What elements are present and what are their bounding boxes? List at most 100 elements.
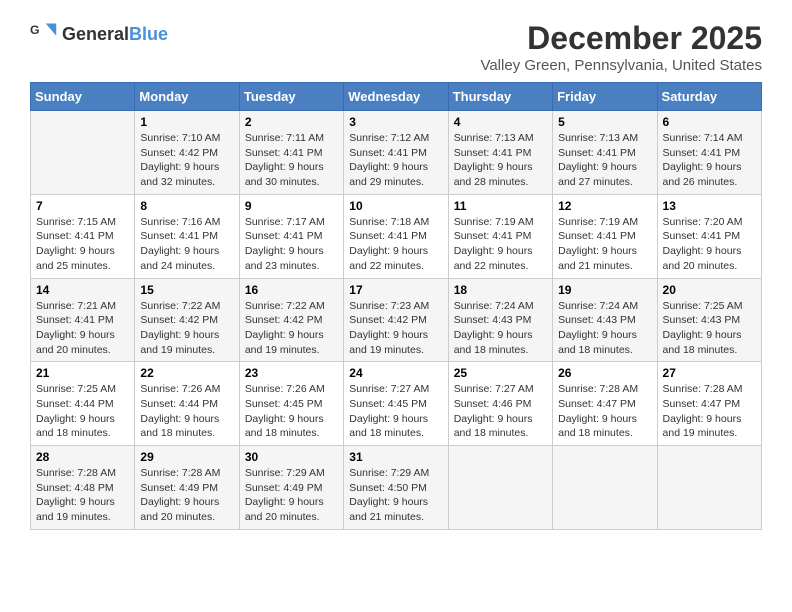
day-number: 7 bbox=[36, 199, 129, 213]
calendar-cell: 26 Sunrise: 7:28 AMSunset: 4:47 PMDayligh… bbox=[553, 362, 657, 446]
header-day-monday: Monday bbox=[135, 83, 239, 111]
day-number: 15 bbox=[140, 283, 233, 297]
cell-sun-info: Sunrise: 7:13 AMSunset: 4:41 PMDaylight:… bbox=[454, 131, 547, 190]
cell-sun-info: Sunrise: 7:15 AMSunset: 4:41 PMDaylight:… bbox=[36, 215, 129, 274]
calendar-cell bbox=[657, 446, 761, 530]
calendar-cell: 10Sunrise: 7:18 AMSunset: 4:41 PMDayligh… bbox=[344, 194, 448, 278]
cell-sun-info: Sunrise: 7:20 AMSunset: 4:41 PMDaylight:… bbox=[663, 215, 756, 274]
day-number: 13 bbox=[663, 199, 756, 213]
cell-sun-info: Sunrise: 7:13 AMSunset: 4:41 PMDaylight:… bbox=[558, 131, 651, 190]
header-day-sunday: Sunday bbox=[31, 83, 135, 111]
day-number: 12 bbox=[558, 199, 651, 213]
day-number: 6 bbox=[663, 115, 756, 129]
day-number: 9 bbox=[245, 199, 338, 213]
cell-sun-info: Sunrise: 7:24 AMSunset: 4:43 PMDaylight:… bbox=[454, 299, 547, 358]
cell-sun-info: Sunrise: 7:28 AMSunset: 4:49 PMDaylight:… bbox=[140, 466, 233, 525]
day-number: 20 bbox=[663, 283, 756, 297]
cell-sun-info: Sunrise: 7:28 AMSunset: 4:48 PMDaylight:… bbox=[36, 466, 129, 525]
cell-sun-info: Sunrise: 7:21 AMSunset: 4:41 PMDaylight:… bbox=[36, 299, 129, 358]
header-day-saturday: Saturday bbox=[657, 83, 761, 111]
day-number: 16 bbox=[245, 283, 338, 297]
day-number: 22 bbox=[140, 366, 233, 380]
day-number: 4 bbox=[454, 115, 547, 129]
cell-sun-info: Sunrise: 7:28 AMSunset: 4:47 PMDaylight:… bbox=[663, 382, 756, 441]
cell-sun-info: Sunrise: 7:26 AMSunset: 4:45 PMDaylight:… bbox=[245, 382, 338, 441]
calendar-cell: 4 Sunrise: 7:13 AMSunset: 4:41 PMDaylight… bbox=[448, 111, 552, 195]
calendar-week-row: 1Sunrise: 7:10 AMSunset: 4:42 PMDaylight… bbox=[31, 111, 762, 195]
calendar-cell: 8 Sunrise: 7:16 AMSunset: 4:41 PMDaylight… bbox=[135, 194, 239, 278]
calendar-week-row: 28 Sunrise: 7:28 AMSunset: 4:48 PMDayligh… bbox=[31, 446, 762, 530]
calendar-cell: 15 Sunrise: 7:22 AMSunset: 4:42 PMDayligh… bbox=[135, 278, 239, 362]
calendar-cell: 16Sunrise: 7:22 AMSunset: 4:42 PMDayligh… bbox=[239, 278, 343, 362]
cell-sun-info: Sunrise: 7:11 AMSunset: 4:41 PMDaylight:… bbox=[245, 131, 338, 190]
calendar-cell: 31Sunrise: 7:29 AMSunset: 4:50 PMDayligh… bbox=[344, 446, 448, 530]
calendar-cell: 30Sunrise: 7:29 AMSunset: 4:49 PMDayligh… bbox=[239, 446, 343, 530]
logo-text: GeneralBlue bbox=[62, 24, 168, 45]
day-number: 11 bbox=[454, 199, 547, 213]
day-number: 14 bbox=[36, 283, 129, 297]
calendar-cell: 3 Sunrise: 7:12 AMSunset: 4:41 PMDaylight… bbox=[344, 111, 448, 195]
day-number: 25 bbox=[454, 366, 547, 380]
cell-sun-info: Sunrise: 7:19 AMSunset: 4:41 PMDaylight:… bbox=[558, 215, 651, 274]
calendar-cell: 24Sunrise: 7:27 AMSunset: 4:45 PMDayligh… bbox=[344, 362, 448, 446]
calendar-cell: 27 Sunrise: 7:28 AMSunset: 4:47 PMDayligh… bbox=[657, 362, 761, 446]
cell-sun-info: Sunrise: 7:25 AMSunset: 4:43 PMDaylight:… bbox=[663, 299, 756, 358]
calendar-cell: 28 Sunrise: 7:28 AMSunset: 4:48 PMDayligh… bbox=[31, 446, 135, 530]
logo-blue: Blue bbox=[129, 24, 168, 44]
svg-text:G: G bbox=[30, 23, 40, 37]
cell-sun-info: Sunrise: 7:24 AMSunset: 4:43 PMDaylight:… bbox=[558, 299, 651, 358]
cell-sun-info: Sunrise: 7:16 AMSunset: 4:41 PMDaylight:… bbox=[140, 215, 233, 274]
cell-sun-info: Sunrise: 7:27 AMSunset: 4:46 PMDaylight:… bbox=[454, 382, 547, 441]
calendar-cell: 11 Sunrise: 7:19 AMSunset: 4:41 PMDayligh… bbox=[448, 194, 552, 278]
day-number: 18 bbox=[454, 283, 547, 297]
header-day-wednesday: Wednesday bbox=[344, 83, 448, 111]
cell-sun-info: Sunrise: 7:17 AMSunset: 4:41 PMDaylight:… bbox=[245, 215, 338, 274]
calendar-cell: 19 Sunrise: 7:24 AMSunset: 4:43 PMDayligh… bbox=[553, 278, 657, 362]
calendar-cell: 18 Sunrise: 7:24 AMSunset: 4:43 PMDayligh… bbox=[448, 278, 552, 362]
day-number: 23 bbox=[245, 366, 338, 380]
logo: G GeneralBlue bbox=[30, 20, 168, 48]
day-number: 8 bbox=[140, 199, 233, 213]
calendar-cell: 29 Sunrise: 7:28 AMSunset: 4:49 PMDayligh… bbox=[135, 446, 239, 530]
calendar-cell: 17Sunrise: 7:23 AMSunset: 4:42 PMDayligh… bbox=[344, 278, 448, 362]
cell-sun-info: Sunrise: 7:19 AMSunset: 4:41 PMDaylight:… bbox=[454, 215, 547, 274]
cell-sun-info: Sunrise: 7:12 AMSunset: 4:41 PMDaylight:… bbox=[349, 131, 442, 190]
cell-sun-info: Sunrise: 7:18 AMSunset: 4:41 PMDaylight:… bbox=[349, 215, 442, 274]
calendar-cell: 5Sunrise: 7:13 AMSunset: 4:41 PMDaylight… bbox=[553, 111, 657, 195]
location-title: Valley Green, Pennsylvania, United State… bbox=[480, 57, 762, 74]
calendar-cell bbox=[448, 446, 552, 530]
calendar-cell: 12 Sunrise: 7:19 AMSunset: 4:41 PMDayligh… bbox=[553, 194, 657, 278]
calendar-cell: 9 Sunrise: 7:17 AMSunset: 4:41 PMDaylight… bbox=[239, 194, 343, 278]
calendar-cell: 20 Sunrise: 7:25 AMSunset: 4:43 PMDayligh… bbox=[657, 278, 761, 362]
cell-sun-info: Sunrise: 7:29 AMSunset: 4:49 PMDaylight:… bbox=[245, 466, 338, 525]
logo-general: General bbox=[62, 24, 129, 44]
day-number: 26 bbox=[558, 366, 651, 380]
day-number: 29 bbox=[140, 450, 233, 464]
day-number: 27 bbox=[663, 366, 756, 380]
calendar-cell: 22 Sunrise: 7:26 AMSunset: 4:44 PMDayligh… bbox=[135, 362, 239, 446]
day-number: 28 bbox=[36, 450, 129, 464]
calendar-table: SundayMondayTuesdayWednesdayThursdayFrid… bbox=[30, 82, 762, 530]
cell-sun-info: Sunrise: 7:25 AMSunset: 4:44 PMDaylight:… bbox=[36, 382, 129, 441]
day-number: 24 bbox=[349, 366, 442, 380]
cell-sun-info: Sunrise: 7:22 AMSunset: 4:42 PMDaylight:… bbox=[140, 299, 233, 358]
header-day-tuesday: Tuesday bbox=[239, 83, 343, 111]
calendar-cell: 25 Sunrise: 7:27 AMSunset: 4:46 PMDayligh… bbox=[448, 362, 552, 446]
day-number: 21 bbox=[36, 366, 129, 380]
cell-sun-info: Sunrise: 7:26 AMSunset: 4:44 PMDaylight:… bbox=[140, 382, 233, 441]
cell-sun-info: Sunrise: 7:14 AMSunset: 4:41 PMDaylight:… bbox=[663, 131, 756, 190]
cell-sun-info: Sunrise: 7:23 AMSunset: 4:42 PMDaylight:… bbox=[349, 299, 442, 358]
day-number: 2 bbox=[245, 115, 338, 129]
calendar-cell: 7 Sunrise: 7:15 AMSunset: 4:41 PMDaylight… bbox=[31, 194, 135, 278]
header: G GeneralBlue December 2025 Valley Green… bbox=[30, 20, 762, 74]
header-day-thursday: Thursday bbox=[448, 83, 552, 111]
calendar-cell: 14 Sunrise: 7:21 AMSunset: 4:41 PMDayligh… bbox=[31, 278, 135, 362]
calendar-cell: 6 Sunrise: 7:14 AMSunset: 4:41 PMDaylight… bbox=[657, 111, 761, 195]
cell-sun-info: Sunrise: 7:10 AMSunset: 4:42 PMDaylight:… bbox=[140, 131, 233, 190]
calendar-cell: 2 Sunrise: 7:11 AMSunset: 4:41 PMDaylight… bbox=[239, 111, 343, 195]
calendar-cell: 23 Sunrise: 7:26 AMSunset: 4:45 PMDayligh… bbox=[239, 362, 343, 446]
cell-sun-info: Sunrise: 7:28 AMSunset: 4:47 PMDaylight:… bbox=[558, 382, 651, 441]
day-number: 3 bbox=[349, 115, 442, 129]
calendar-header-row: SundayMondayTuesdayWednesdayThursdayFrid… bbox=[31, 83, 762, 111]
day-number: 19 bbox=[558, 283, 651, 297]
